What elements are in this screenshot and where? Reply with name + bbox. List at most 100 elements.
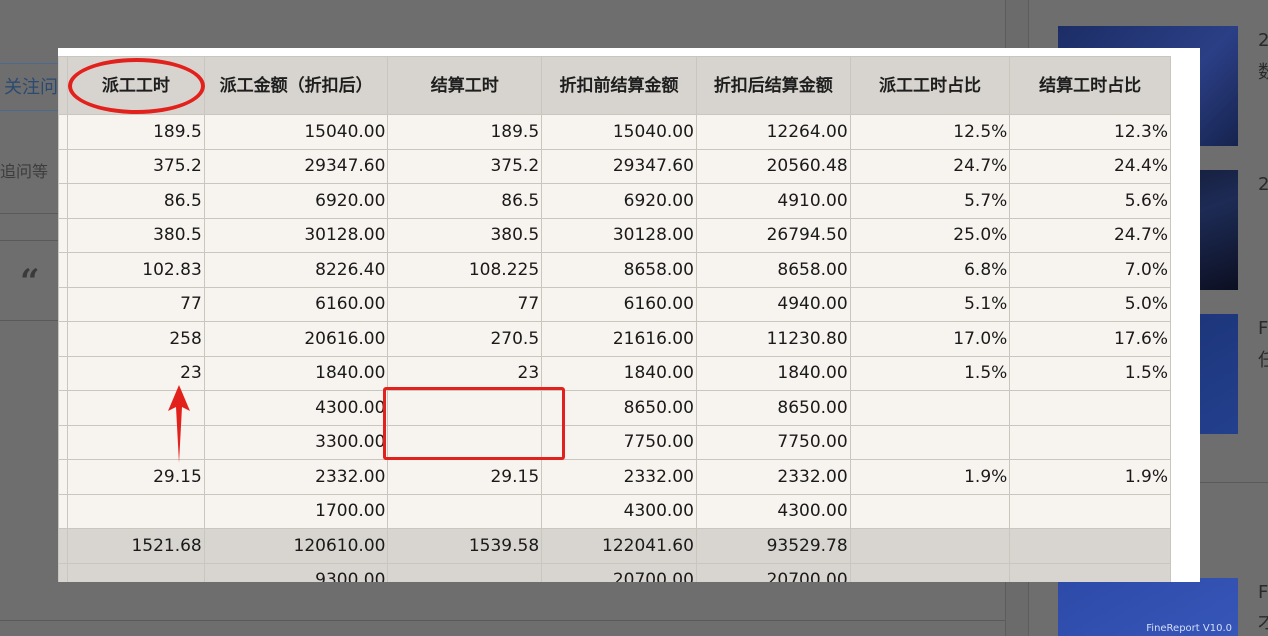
row-stub bbox=[58, 252, 68, 288]
table-cell: 15040.00 bbox=[541, 114, 697, 150]
sidebar-article-title[interactable]: F bbox=[1258, 318, 1268, 339]
table-cell: 20560.48 bbox=[695, 148, 851, 184]
table-cell bbox=[849, 528, 1011, 564]
table-cell: 24.4% bbox=[1009, 148, 1171, 184]
table-cell: 6920.00 bbox=[541, 183, 697, 219]
data-table: 派工工时 派工金额（折扣后） 结算工时 折扣前结算金额 折扣后结算金额 派工工时… bbox=[58, 56, 1171, 582]
table-row: 4300.00 8650.00 8650.00 bbox=[58, 390, 1171, 426]
table-cell: 12264.00 bbox=[695, 114, 851, 150]
header-settled-hours-ratio: 结算工时占比 bbox=[1009, 56, 1171, 115]
table-cell bbox=[387, 493, 543, 529]
table-row: 23 1840.00 23 1840.00 1840.00 1.5% 1.5% bbox=[58, 355, 1171, 391]
table-cell: 6.8% bbox=[849, 252, 1011, 288]
row-stub bbox=[58, 183, 68, 219]
header-settled-hours: 结算工时 bbox=[387, 56, 543, 115]
row-stub bbox=[58, 56, 68, 115]
table-cell: 6160.00 bbox=[541, 286, 697, 322]
table-cell bbox=[1009, 528, 1171, 564]
table-cell bbox=[849, 493, 1011, 529]
table-cell: 12.3% bbox=[1009, 114, 1171, 150]
table-row: 29.15 2332.00 29.15 2332.00 2332.00 1.9% 1.9% bbox=[58, 459, 1171, 495]
table-cell: 2332.00 bbox=[203, 459, 389, 495]
table-cell: 120610.00 bbox=[203, 528, 389, 564]
table-cell: 2332.00 bbox=[695, 459, 851, 495]
header-row: 派工工时 派工金额（折扣后） 结算工时 折扣前结算金额 折扣后结算金额 派工工时… bbox=[58, 56, 1171, 115]
table-cell: 5.7% bbox=[849, 183, 1011, 219]
table-cell: 8226.40 bbox=[203, 252, 389, 288]
table-cell: 17.6% bbox=[1009, 321, 1171, 357]
table-cell: 375.2 bbox=[67, 148, 205, 184]
table-cell: 1521.68 bbox=[67, 528, 205, 564]
total-row: 9300.00 20700.00 20700.00 bbox=[58, 562, 1171, 582]
row-stub bbox=[58, 390, 68, 426]
table-cell: 2332.00 bbox=[541, 459, 697, 495]
spreadsheet-screenshot: 派工工时 派工金额（折扣后） 结算工时 折扣前结算金额 折扣后结算金额 派工工时… bbox=[58, 56, 1171, 582]
table-cell bbox=[1009, 493, 1171, 529]
table-cell: 8658.00 bbox=[695, 252, 851, 288]
table-cell: 93529.78 bbox=[695, 528, 851, 564]
article-thumbnail[interactable]: FineReport V10.0 bbox=[1058, 578, 1238, 636]
image-preview-popup: 派工工时 派工金额（折扣后） 结算工时 折扣前结算金额 折扣后结算金额 派工工时… bbox=[58, 48, 1200, 582]
arrow-up-icon bbox=[168, 385, 190, 463]
table-cell: 4300.00 bbox=[203, 390, 389, 426]
row-stub bbox=[58, 459, 68, 495]
table-cell: 380.5 bbox=[387, 217, 543, 253]
table-cell: 30128.00 bbox=[203, 217, 389, 253]
table-cell: 20616.00 bbox=[203, 321, 389, 357]
table-cell: 270.5 bbox=[387, 321, 543, 357]
table-row: 77 6160.00 77 6160.00 4940.00 5.1% 5.0% bbox=[58, 286, 1171, 322]
table-cell: 77 bbox=[387, 286, 543, 322]
header-post-discount-amount: 折扣后结算金额 bbox=[695, 56, 851, 115]
table-row: 1700.00 4300.00 4300.00 bbox=[58, 493, 1171, 529]
table-cell: 23 bbox=[387, 355, 543, 391]
table-cell: 5.6% bbox=[1009, 183, 1171, 219]
table-cell: 7750.00 bbox=[695, 424, 851, 460]
sidebar-article-title[interactable]: 数 bbox=[1258, 58, 1268, 84]
table-cell: 1.9% bbox=[849, 459, 1011, 495]
table-cell: 9300.00 bbox=[203, 562, 389, 582]
follow-question-button[interactable]: 关注问 bbox=[0, 63, 64, 111]
table-cell: 24.7% bbox=[1009, 217, 1171, 253]
table-cell: 29347.60 bbox=[203, 148, 389, 184]
table-row: 375.2 29347.60 375.2 29347.60 20560.48 24.7% 2… bbox=[58, 148, 1171, 184]
table-cell: 21616.00 bbox=[541, 321, 697, 357]
table-cell: 77 bbox=[67, 286, 205, 322]
table-cell: 189.5 bbox=[387, 114, 543, 150]
row-stub bbox=[58, 286, 68, 322]
row-stub bbox=[58, 217, 68, 253]
sidebar-article-title[interactable]: 任 bbox=[1258, 346, 1268, 372]
header-dispatch-hours-ratio: 派工工时占比 bbox=[849, 56, 1011, 115]
table-cell bbox=[1009, 424, 1171, 460]
table-cell: 1840.00 bbox=[203, 355, 389, 391]
table-cell: 25.0% bbox=[849, 217, 1011, 253]
table-cell: 6160.00 bbox=[203, 286, 389, 322]
table-cell: 8650.00 bbox=[695, 390, 851, 426]
sidebar-article-title[interactable]: 才 bbox=[1258, 608, 1268, 634]
sidebar-article-title[interactable]: F bbox=[1258, 582, 1268, 603]
table-cell bbox=[1009, 390, 1171, 426]
table-cell: 5.1% bbox=[849, 286, 1011, 322]
table-row: 380.5 30128.00 380.5 30128.00 26794.50 25.0% 2… bbox=[58, 217, 1171, 253]
table-cell: 29347.60 bbox=[541, 148, 697, 184]
table-cell: 26794.50 bbox=[695, 217, 851, 253]
table-cell: 86.5 bbox=[387, 183, 543, 219]
row-stub bbox=[58, 562, 68, 582]
table-cell bbox=[387, 562, 543, 582]
table-row: 189.5 15040.00 189.5 15040.00 12264.00 12.5% 1… bbox=[58, 114, 1171, 150]
table-cell: 4300.00 bbox=[695, 493, 851, 529]
table-cell bbox=[1009, 562, 1171, 582]
table-row: 3300.00 7750.00 7750.00 bbox=[58, 424, 1171, 460]
sidebar-article-title[interactable]: 2 bbox=[1258, 174, 1268, 195]
table-cell: 4940.00 bbox=[695, 286, 851, 322]
table-cell: 7.0% bbox=[1009, 252, 1171, 288]
table-cell: 102.83 bbox=[67, 252, 205, 288]
header-pre-discount-amount: 折扣前结算金额 bbox=[541, 56, 697, 115]
sidebar-article-title[interactable]: 2 bbox=[1258, 30, 1268, 51]
table-cell: 86.5 bbox=[67, 183, 205, 219]
table-cell: 1700.00 bbox=[203, 493, 389, 529]
table-cell bbox=[849, 390, 1011, 426]
table-cell: 4300.00 bbox=[541, 493, 697, 529]
highlight-box bbox=[383, 387, 565, 460]
table-cell: 15040.00 bbox=[203, 114, 389, 150]
table-cell: 4910.00 bbox=[695, 183, 851, 219]
